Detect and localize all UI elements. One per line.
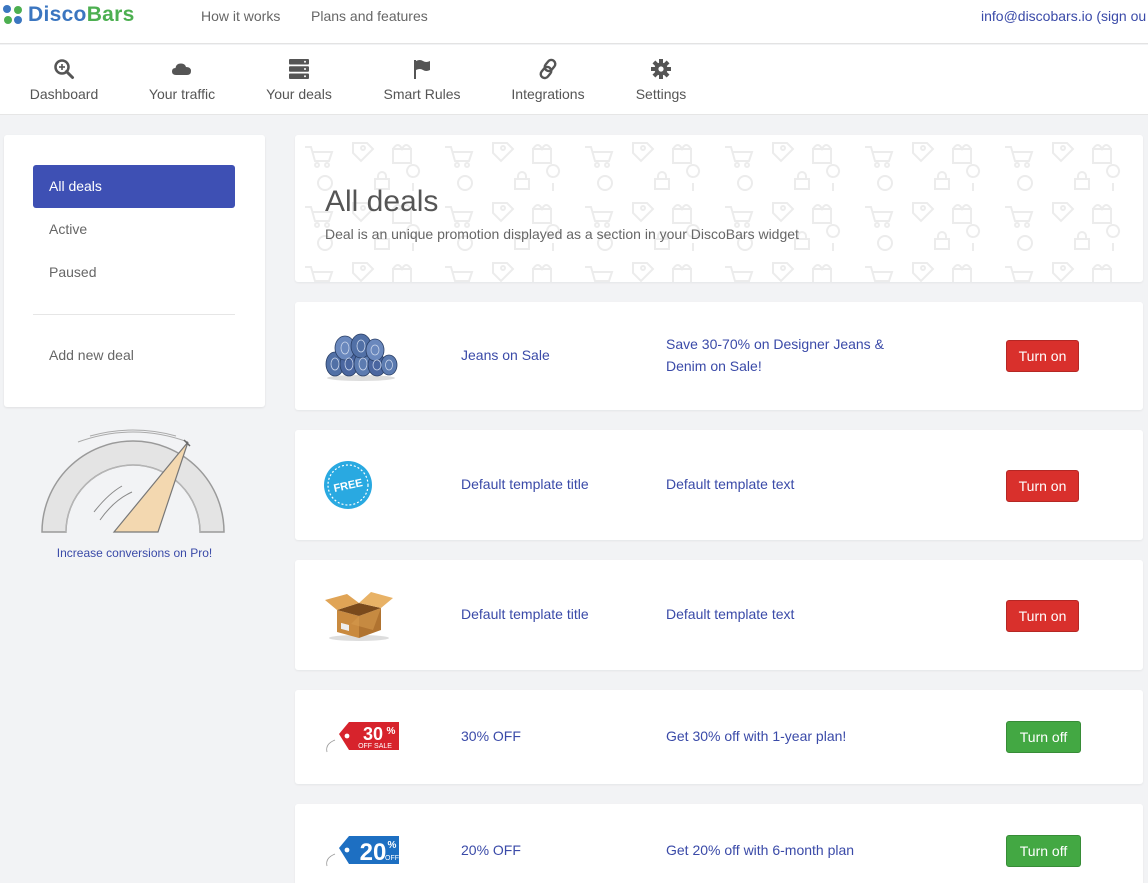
tag-30-number: 30 bbox=[363, 724, 383, 744]
deal-row: Jeans on Sale Save 30-70% on Designer Je… bbox=[295, 302, 1143, 410]
deal-title: Default template title bbox=[461, 476, 589, 492]
free-badge-image: FREE bbox=[324, 461, 372, 509]
turn-on-button[interactable]: Turn on bbox=[1006, 340, 1079, 372]
magnifier-icon bbox=[54, 59, 74, 79]
nav-smart-rules[interactable]: Smart Rules bbox=[377, 45, 467, 115]
tag-20-number: 20 bbox=[360, 839, 387, 866]
nav-your-deals[interactable]: Your deals bbox=[259, 45, 339, 115]
add-new-deal-link[interactable]: Add new deal bbox=[33, 334, 235, 377]
turn-off-button[interactable]: Turn off bbox=[1006, 835, 1081, 867]
jeans-image bbox=[325, 333, 398, 381]
deal-row: 30 % OFF SALE 30% OFF Get 30% off with 1… bbox=[295, 690, 1143, 784]
page-title: All deals bbox=[325, 185, 439, 218]
main-nav: Dashboard Your traffic Your deals Smart … bbox=[0, 45, 1148, 115]
deal-title: Jeans on Sale bbox=[461, 347, 550, 363]
nav-label: Smart Rules bbox=[383, 86, 461, 102]
sale-tag-30-image: 30 % OFF SALE bbox=[326, 722, 399, 753]
tag-20-percent: % bbox=[388, 840, 397, 851]
nav-label: Settings bbox=[635, 86, 687, 102]
top-bar: DiscoBars How it works Plans and feature… bbox=[0, 0, 1148, 44]
turn-on-button[interactable]: Turn on bbox=[1006, 470, 1079, 502]
sidebar-divider bbox=[33, 314, 235, 315]
deal-title: 20% OFF bbox=[461, 842, 521, 858]
deal-row: Default template title Default template … bbox=[295, 560, 1143, 670]
nav-label: Your deals bbox=[266, 86, 332, 102]
deal-title: 30% OFF bbox=[461, 728, 521, 744]
nav-label: Your traffic bbox=[148, 86, 216, 102]
nav-settings[interactable]: Settings bbox=[626, 45, 696, 115]
deal-text: Get 20% off with 6-month plan bbox=[666, 842, 855, 858]
tag-30-caption: OFF SALE bbox=[358, 743, 392, 750]
cloud-icon bbox=[172, 63, 191, 75]
turn-on-button[interactable]: Turn on bbox=[1006, 600, 1079, 632]
flag-icon bbox=[414, 60, 430, 79]
upgrade-pro-link[interactable]: Increase conversions on Pro! bbox=[4, 546, 265, 560]
deal-text: Default template text bbox=[666, 606, 795, 622]
tag-20-caption: OFF bbox=[385, 855, 399, 862]
discobars-logo[interactable]: DiscoBars bbox=[3, 3, 135, 26]
account-sign-out-link[interactable]: info@discobars.io (sign ou bbox=[981, 8, 1146, 24]
speedometer-gauge-icon[interactable] bbox=[38, 428, 228, 538]
sidebar-item-all-deals[interactable]: All deals bbox=[33, 165, 235, 208]
deal-text: Default template text bbox=[666, 476, 795, 492]
nav-label: Dashboard bbox=[29, 86, 99, 102]
deal-row: 20 % OFF 20% OFF Get 20% off with 6-mont… bbox=[295, 804, 1143, 883]
logo-text: DiscoBars bbox=[28, 3, 135, 26]
open-box-image bbox=[325, 592, 393, 641]
how-it-works-link[interactable]: How it works bbox=[201, 8, 280, 24]
plans-and-features-link[interactable]: Plans and features bbox=[311, 8, 428, 24]
deal-text: Get 30% off with 1-year plan! bbox=[666, 728, 847, 744]
nav-dashboard[interactable]: Dashboard bbox=[24, 45, 104, 115]
sidebar-item-active[interactable]: Active bbox=[33, 208, 235, 251]
sale-tag-20-image: 20 % OFF bbox=[326, 836, 399, 867]
gear-icon bbox=[651, 59, 671, 79]
deal-text: Save 30-70% on Designer Jeans & Denim on… bbox=[666, 336, 884, 374]
nav-integrations[interactable]: Integrations bbox=[503, 45, 593, 115]
page-header: All deals Deal is an unique promotion di… bbox=[295, 135, 1143, 282]
turn-off-button[interactable]: Turn off bbox=[1006, 721, 1081, 753]
page-subtitle: Deal is an unique promotion displayed as… bbox=[325, 226, 799, 242]
tag-30-percent: % bbox=[387, 726, 396, 737]
sidebar-item-paused[interactable]: Paused bbox=[33, 251, 235, 294]
deals-sidebar: All deals Active Paused Add new deal bbox=[4, 135, 265, 407]
nav-your-traffic[interactable]: Your traffic bbox=[142, 45, 222, 115]
nav-label: Integrations bbox=[511, 86, 585, 102]
logo-icon bbox=[3, 5, 23, 25]
server-stack-icon bbox=[289, 59, 309, 79]
deal-title: Default template title bbox=[461, 606, 589, 622]
link-icon bbox=[539, 58, 557, 80]
deal-row: FREE Default template title Default temp… bbox=[295, 430, 1143, 540]
